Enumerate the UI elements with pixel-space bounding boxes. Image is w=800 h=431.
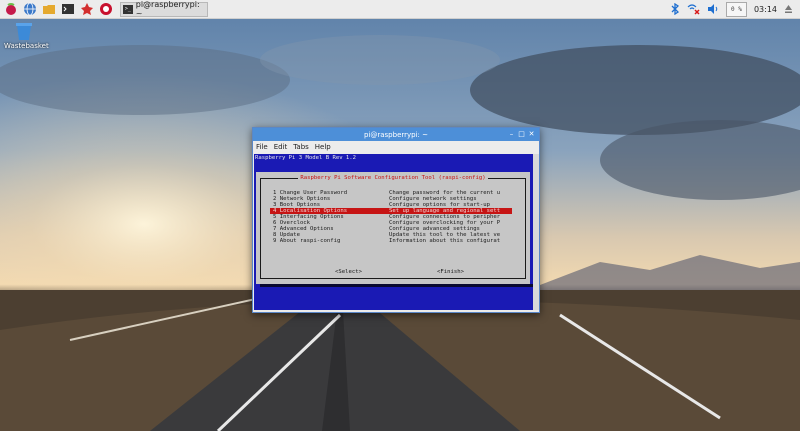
wolfram-icon[interactable] [98, 1, 114, 17]
terminal-screen[interactable]: Raspberry Pi 3 Model B Rev 1.2 Raspberry… [254, 154, 533, 310]
wifi-disconnected-icon[interactable] [687, 3, 700, 15]
raspi-config-dialog: Raspberry Pi Software Configuration Tool… [256, 172, 530, 284]
eject-icon[interactable] [784, 4, 793, 14]
menu-bar: File Edit Tabs Help [253, 141, 539, 152]
terminal-icon[interactable] [60, 1, 76, 17]
menu-help[interactable]: Help [315, 143, 331, 151]
terminal-icon: >_ [123, 4, 133, 14]
scrollbar[interactable] [533, 154, 539, 310]
taskbar-task-terminal[interactable]: >_ pi@raspberrypi: ~ [120, 0, 208, 18]
wastebasket-icon [16, 23, 32, 40]
file-manager-icon[interactable] [41, 1, 57, 17]
option-about-raspi-config[interactable]: 9 About raspi-config Information about t… [270, 238, 520, 244]
select-button[interactable]: <Select> [335, 269, 362, 275]
minimize-icon[interactable]: – [507, 129, 516, 139]
raspberry-menu-icon[interactable] [3, 1, 19, 17]
window-titlebar[interactable]: pi@raspberrypi: ~ – □ ✕ [253, 128, 539, 141]
terminal-window[interactable]: pi@raspberrypi: ~ – □ ✕ File Edit Tabs H… [252, 127, 540, 313]
task-label: pi@raspberrypi: ~ [135, 0, 200, 18]
menu-edit[interactable]: Edit [274, 143, 288, 151]
maximize-icon[interactable]: □ [517, 129, 526, 139]
desktop-icon-wastebasket[interactable]: Wastebasket [4, 21, 49, 50]
mathematica-icon[interactable] [79, 1, 95, 17]
taskbar: >_ pi@raspberrypi: ~ 0 % 03:14 [0, 0, 800, 19]
window-title: pi@raspberrypi: ~ [363, 130, 428, 139]
web-browser-icon[interactable] [22, 1, 38, 17]
dialog-title: Raspberry Pi Software Configuration Tool… [300, 175, 486, 181]
clock[interactable]: 03:14 [754, 5, 777, 14]
option-list: 1 Change User Password Change password f… [270, 190, 520, 244]
terminal-header-text: Raspberry Pi 3 Model B Rev 1.2 [255, 155, 357, 161]
desktop-icon-label: Wastebasket [4, 42, 49, 50]
cpu-monitor[interactable]: 0 % [725, 1, 747, 17]
menu-file[interactable]: File [256, 143, 268, 151]
finish-button[interactable]: <Finish> [437, 269, 464, 275]
bluetooth-icon[interactable] [671, 3, 680, 15]
close-icon[interactable]: ✕ [527, 129, 536, 139]
menu-tabs[interactable]: Tabs [293, 143, 309, 151]
dialog-shadow [260, 284, 533, 287]
volume-icon[interactable] [707, 3, 719, 15]
